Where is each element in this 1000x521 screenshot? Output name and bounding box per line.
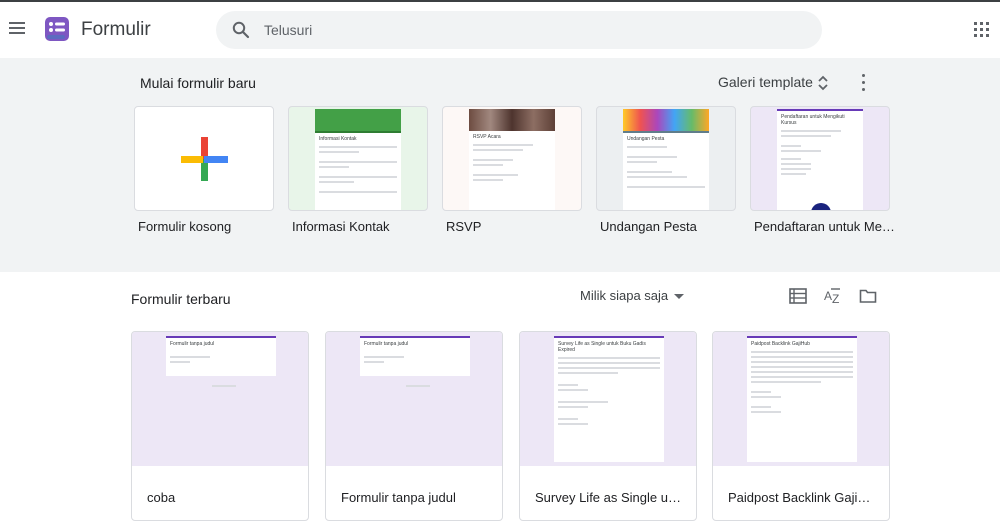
header-image: [469, 109, 555, 131]
template-party-invite[interactable]: Undangan Pesta Undangan Pesta: [596, 106, 736, 234]
template-label: Pendaftaran untuk Me…: [754, 219, 895, 234]
app-header: Formulir: [0, 0, 1000, 58]
plus-icon: [181, 137, 228, 181]
new-form-title: Mulai formulir baru: [140, 75, 256, 91]
owner-filter-dropdown[interactable]: Milik siapa saja: [580, 288, 685, 303]
template-blank[interactable]: Formulir kosong: [134, 106, 274, 234]
form-card-title: Survey Life as Single untu…: [535, 490, 685, 505]
preview-paper: Paidpost Backlink GajiHub: [747, 336, 857, 462]
preview-title: Informasi Kontak: [319, 136, 357, 142]
form-preview: RSVP Acara: [469, 131, 555, 210]
template-thumbnail[interactable]: RSVP Acara: [442, 106, 582, 211]
folder-icon[interactable]: [859, 287, 877, 305]
template-label: Undangan Pesta: [600, 219, 697, 234]
preview-paper: Formulir tanpa judul: [166, 336, 276, 376]
template-course-registration[interactable]: Pendaftaran untuk Mengikuti Kursus Penda…: [750, 106, 895, 234]
owner-filter-label: Milik siapa saja: [580, 288, 669, 303]
preview-paper: Formulir tanpa judul: [360, 336, 470, 376]
preview-title: Undangan Pesta: [627, 136, 665, 142]
app-title[interactable]: Formulir: [81, 19, 151, 41]
dropdown-caret-icon: [674, 294, 685, 300]
svg-text:A: A: [824, 289, 832, 303]
preview-title: Pendaftaran untuk Mengikuti Kursus: [781, 114, 845, 126]
preview-title: RSVP Acara: [473, 134, 501, 140]
apps-grid-icon[interactable]: [974, 22, 990, 38]
search-input[interactable]: [264, 19, 784, 41]
person-image: [811, 203, 831, 210]
form-card-title: coba: [147, 490, 176, 505]
new-form-section: Mulai formulir baru Galeri template Form…: [0, 58, 1000, 272]
forms-logo-icon[interactable]: [43, 15, 71, 43]
template-label: RSVP: [446, 219, 482, 234]
recent-form-card[interactable]: Survey Life as Single untuk Buku Gadis E…: [519, 331, 697, 521]
hamburger-menu-icon[interactable]: [6, 17, 28, 39]
template-thumbnail[interactable]: Informasi Kontak: [288, 106, 428, 211]
form-card-title: Formulir tanpa judul: [341, 490, 456, 505]
header-image: [623, 109, 709, 131]
template-rsvp[interactable]: RSVP Acara RSVP: [442, 106, 582, 234]
recent-form-card[interactable]: Formulir tanpa judul coba: [131, 331, 309, 521]
preview-title: Formulir tanpa judul: [170, 341, 215, 347]
recent-form-card[interactable]: Paidpost Backlink GajiHub Paidpost Backl…: [712, 331, 890, 521]
form-card-title: Paidpost Backlink GajiHub: [728, 490, 878, 505]
preview-title: Survey Life as Single untuk Buku Gadis E…: [558, 341, 646, 353]
form-preview: Paidpost Backlink GajiHub: [713, 332, 889, 466]
more-vert-icon[interactable]: [861, 74, 867, 92]
header-image: [315, 109, 401, 131]
preview-paper: Survey Life as Single untuk Buku Gadis E…: [554, 336, 664, 462]
form-preview: Formulir tanpa judul: [132, 332, 308, 466]
form-preview: Pendaftaran untuk Mengikuti Kursus: [777, 109, 863, 210]
template-gallery-button[interactable]: Galeri template: [718, 74, 813, 90]
recent-forms-title: Formulir terbaru: [131, 291, 231, 307]
form-preview: Formulir tanpa judul: [326, 332, 502, 466]
template-contact-info[interactable]: Informasi Kontak Informasi Kontak: [288, 106, 428, 234]
search-icon[interactable]: [232, 21, 250, 39]
list-view-icon[interactable]: [789, 287, 807, 305]
preview-title: Formulir tanpa judul: [364, 341, 409, 347]
form-preview: Survey Life as Single untuk Buku Gadis E…: [520, 332, 696, 466]
template-label: Informasi Kontak: [292, 219, 390, 234]
template-thumbnail[interactable]: Pendaftaran untuk Mengikuti Kursus: [750, 106, 890, 211]
template-label: Formulir kosong: [138, 219, 232, 234]
preview-title: Paidpost Backlink GajiHub: [751, 341, 810, 347]
template-thumbnail[interactable]: Undangan Pesta: [596, 106, 736, 211]
form-preview: Informasi Kontak: [315, 131, 401, 210]
form-preview: Undangan Pesta: [623, 131, 709, 210]
sort-az-icon[interactable]: A Z: [823, 287, 843, 305]
unfold-more-icon[interactable]: [816, 74, 830, 92]
recent-form-card[interactable]: Formulir tanpa judul Formulir tanpa judu…: [325, 331, 503, 521]
search-bar[interactable]: [216, 11, 822, 49]
template-thumbnail[interactable]: [134, 106, 274, 211]
svg-text:Z: Z: [832, 292, 839, 305]
